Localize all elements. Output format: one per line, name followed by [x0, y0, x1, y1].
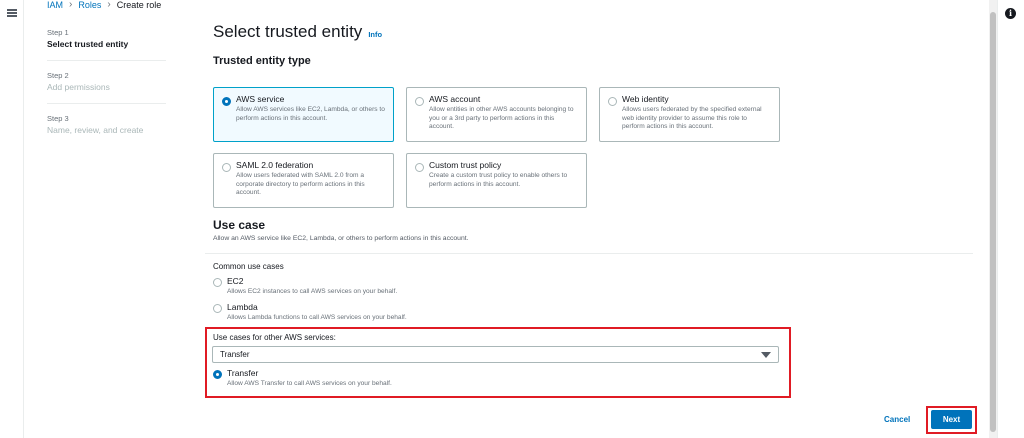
option-transfer[interactable]: Transfer Allow AWS Transfer to call AWS …: [213, 368, 392, 388]
tile-web-identity[interactable]: Web identity Allows users federated by t…: [599, 87, 780, 142]
next-button[interactable]: Next: [931, 410, 972, 429]
use-case-section: Use case Allow an AWS service like EC2, …: [213, 218, 973, 242]
option-desc: Allows Lambda functions to call AWS serv…: [227, 314, 407, 321]
option-title: Transfer: [227, 368, 259, 378]
radio[interactable]: [415, 97, 424, 106]
left-gutter: [0, 0, 24, 438]
tile-custom-trust-policy[interactable]: Custom trust policy Create a custom trus…: [406, 153, 587, 208]
step-label: Add permissions: [47, 82, 110, 92]
step-1: Step 1 Select trusted entity: [47, 28, 166, 61]
scrollbar-thumb[interactable]: [990, 12, 996, 432]
option-title: Lambda: [227, 302, 258, 312]
step-3: Step 3 Name, review, and create: [47, 114, 166, 146]
wizard-steps: Step 1 Select trusted entity Step 2 Add …: [47, 28, 166, 156]
radio-selected[interactable]: [222, 97, 231, 106]
right-gutter: i: [997, 0, 1024, 438]
page-title: Select trusted entity: [213, 22, 363, 41]
option-ec2[interactable]: EC2 Allows EC2 instances to call AWS ser…: [213, 276, 397, 296]
tile-aws-service[interactable]: AWS service Allow AWS services like EC2,…: [213, 87, 394, 142]
breadcrumb-iam[interactable]: IAM: [47, 0, 63, 10]
radio[interactable]: [222, 163, 231, 172]
chevron-right-icon: ›: [69, 0, 73, 10]
service-select[interactable]: Transfer: [212, 346, 779, 363]
radio[interactable]: [608, 97, 617, 106]
radio[interactable]: [415, 163, 424, 172]
step-number: Step 3: [47, 114, 69, 123]
main-content: Select trusted entity Info Trusted entit…: [213, 22, 989, 67]
tile-title: AWS service: [236, 94, 285, 104]
use-case-description: Allow an AWS service like EC2, Lambda, o…: [213, 235, 469, 242]
step-label: Select trusted entity: [47, 39, 129, 49]
tile-saml-federation[interactable]: SAML 2.0 federation Allow users federate…: [213, 153, 394, 208]
radio[interactable]: [213, 304, 222, 313]
tile-desc: Allow users federated with SAML 2.0 from…: [236, 172, 365, 196]
other-services-label: Use cases for other AWS services:: [213, 333, 336, 342]
use-case-heading: Use case: [213, 218, 266, 232]
divider: [205, 253, 973, 254]
option-desc: Allow AWS Transfer to call AWS services …: [227, 380, 392, 387]
select-value: Transfer: [220, 350, 250, 359]
iam-create-role-page: i IAM › Roles › Create role Step 1 Selec…: [0, 0, 1024, 438]
option-lambda[interactable]: Lambda Allows Lambda functions to call A…: [213, 302, 407, 322]
radio[interactable]: [213, 278, 222, 287]
breadcrumb: IAM › Roles › Create role: [47, 0, 161, 10]
tile-desc: Create a custom trust policy to enable o…: [429, 172, 568, 188]
tile-desc: Allow entities in other AWS accounts bel…: [429, 106, 574, 130]
tile-desc: Allow AWS services like EC2, Lambda, or …: [236, 106, 385, 122]
tile-title: Custom trust policy: [429, 160, 502, 170]
hamburger-icon[interactable]: [7, 9, 17, 17]
tile-title: SAML 2.0 federation: [236, 160, 314, 170]
step-label: Name, review, and create: [47, 125, 144, 135]
tile-title: Web identity: [622, 94, 669, 104]
cancel-button[interactable]: Cancel: [884, 415, 910, 424]
option-title: EC2: [227, 276, 244, 286]
breadcrumb-current: Create role: [116, 0, 162, 10]
chevron-right-icon: ›: [107, 0, 111, 10]
info-icon[interactable]: i: [1005, 8, 1016, 19]
tile-aws-account[interactable]: AWS account Allow entities in other AWS …: [406, 87, 587, 142]
tile-title: AWS account: [429, 94, 481, 104]
step-number: Step 2: [47, 71, 69, 80]
radio-selected[interactable]: [213, 370, 222, 379]
step-2: Step 2 Add permissions: [47, 71, 166, 104]
breadcrumb-roles[interactable]: Roles: [78, 0, 101, 10]
trusted-entity-heading: Trusted entity type: [213, 55, 311, 67]
info-link[interactable]: Info: [368, 30, 382, 39]
tile-desc: Allows users federated by the specified …: [622, 106, 762, 130]
scrollbar[interactable]: [989, 0, 997, 438]
caret-down-icon[interactable]: [761, 352, 771, 358]
option-desc: Allows EC2 instances to call AWS service…: [227, 288, 398, 295]
step-number: Step 1: [47, 28, 69, 37]
common-use-cases-label: Common use cases: [213, 262, 284, 271]
